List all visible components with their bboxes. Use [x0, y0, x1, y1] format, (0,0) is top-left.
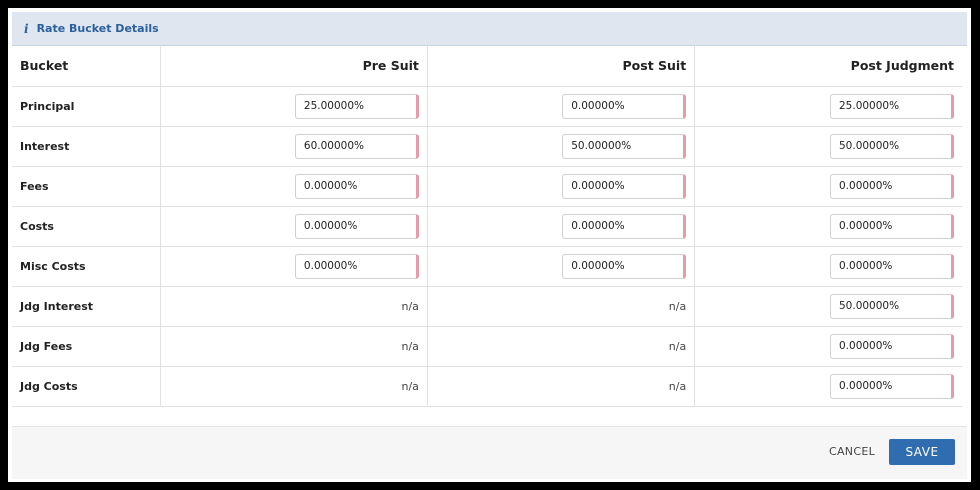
- column-header-post-judgment: Post Judgment: [694, 46, 962, 87]
- bucket-label: Costs: [12, 206, 161, 247]
- cell-post-judgment: [694, 126, 962, 167]
- table-row: Misc Costs: [12, 246, 962, 287]
- bucket-label: Jdg Fees: [12, 326, 161, 367]
- cancel-button[interactable]: CANCEL: [829, 445, 875, 458]
- rate-input-post-suit[interactable]: [562, 213, 687, 239]
- table-row: Principal: [12, 86, 962, 127]
- cell-post-judgment: [694, 86, 962, 127]
- rate-bucket-table: Bucket Pre Suit Post Suit Post Judgment …: [12, 46, 962, 407]
- cell-pre-suit: n/a: [160, 366, 428, 407]
- not-applicable-text: n/a: [668, 299, 687, 313]
- rate-input-pre-suit[interactable]: [294, 133, 419, 159]
- cell-pre-suit: [160, 126, 428, 167]
- cell-post-judgment: [694, 246, 962, 287]
- rate-input-post-judgment[interactable]: [830, 133, 954, 159]
- rate-input-pre-suit[interactable]: [294, 213, 419, 239]
- table-row: Jdg Interest n/a n/a: [12, 286, 962, 327]
- rate-input-post-judgment[interactable]: [830, 333, 954, 359]
- panel-title: Rate Bucket Details: [36, 22, 159, 35]
- column-header-post-suit: Post Suit: [427, 46, 696, 87]
- rate-input-post-suit[interactable]: [562, 173, 687, 199]
- rate-input-pre-suit[interactable]: [294, 173, 419, 199]
- not-applicable-text: n/a: [401, 339, 419, 353]
- info-icon: i: [24, 21, 29, 36]
- cell-post-judgment: [694, 286, 962, 327]
- table-row: Interest: [12, 126, 962, 167]
- bucket-label: Fees: [12, 166, 161, 207]
- cell-pre-suit: [160, 246, 428, 287]
- not-applicable-text: n/a: [668, 379, 687, 393]
- rate-input-post-judgment[interactable]: [830, 213, 954, 239]
- table-row: Jdg Costs n/a n/a: [12, 366, 962, 407]
- rate-input-pre-suit[interactable]: [294, 93, 419, 119]
- column-header-bucket: Bucket: [12, 46, 161, 87]
- dialog-footer: CANCEL SAVE: [12, 426, 967, 479]
- panel-header: i Rate Bucket Details: [12, 12, 967, 46]
- cell-post-suit: n/a: [427, 326, 696, 367]
- bucket-label: Misc Costs: [12, 246, 161, 287]
- table-header-row: Bucket Pre Suit Post Suit Post Judgment: [12, 46, 962, 87]
- cell-pre-suit: [160, 166, 428, 207]
- table-row: Jdg Fees n/a n/a: [12, 326, 962, 367]
- cell-pre-suit: n/a: [160, 326, 428, 367]
- cell-post-suit: [427, 126, 696, 167]
- table-row: Costs: [12, 206, 962, 247]
- table-row: Fees: [12, 166, 962, 207]
- cell-post-suit: [427, 86, 696, 127]
- not-applicable-text: n/a: [668, 339, 687, 353]
- save-button[interactable]: SAVE: [889, 439, 955, 465]
- bucket-label: Jdg Interest: [12, 286, 161, 327]
- cell-post-suit: n/a: [427, 366, 696, 407]
- cell-pre-suit: n/a: [160, 286, 428, 327]
- rate-input-post-judgment[interactable]: [830, 253, 954, 279]
- rate-input-pre-suit[interactable]: [294, 253, 419, 279]
- cell-post-suit: n/a: [427, 286, 696, 327]
- cell-post-suit: [427, 246, 696, 287]
- bucket-label: Jdg Costs: [12, 366, 161, 407]
- bucket-label: Interest: [12, 126, 161, 167]
- rate-input-post-suit[interactable]: [562, 253, 687, 279]
- cell-post-judgment: [694, 326, 962, 367]
- rate-input-post-judgment[interactable]: [830, 173, 954, 199]
- rate-input-post-judgment[interactable]: [830, 93, 954, 119]
- cell-post-suit: [427, 206, 696, 247]
- table-body: PrincipalInterestFeesCostsMisc CostsJdg …: [12, 86, 962, 407]
- rate-bucket-dialog: i Rate Bucket Details Bucket Pre Suit Po…: [6, 6, 973, 484]
- rate-input-post-judgment[interactable]: [830, 373, 954, 399]
- bucket-label: Principal: [12, 86, 161, 127]
- cell-post-suit: [427, 166, 696, 207]
- cell-pre-suit: [160, 86, 428, 127]
- column-header-pre-suit: Pre Suit: [160, 46, 428, 87]
- rate-input-post-judgment[interactable]: [830, 293, 954, 319]
- not-applicable-text: n/a: [401, 379, 419, 393]
- rate-input-post-suit[interactable]: [562, 133, 687, 159]
- cell-post-judgment: [694, 366, 962, 407]
- cell-post-judgment: [694, 166, 962, 207]
- cell-pre-suit: [160, 206, 428, 247]
- not-applicable-text: n/a: [401, 299, 419, 313]
- cell-post-judgment: [694, 206, 962, 247]
- rate-input-post-suit[interactable]: [562, 93, 687, 119]
